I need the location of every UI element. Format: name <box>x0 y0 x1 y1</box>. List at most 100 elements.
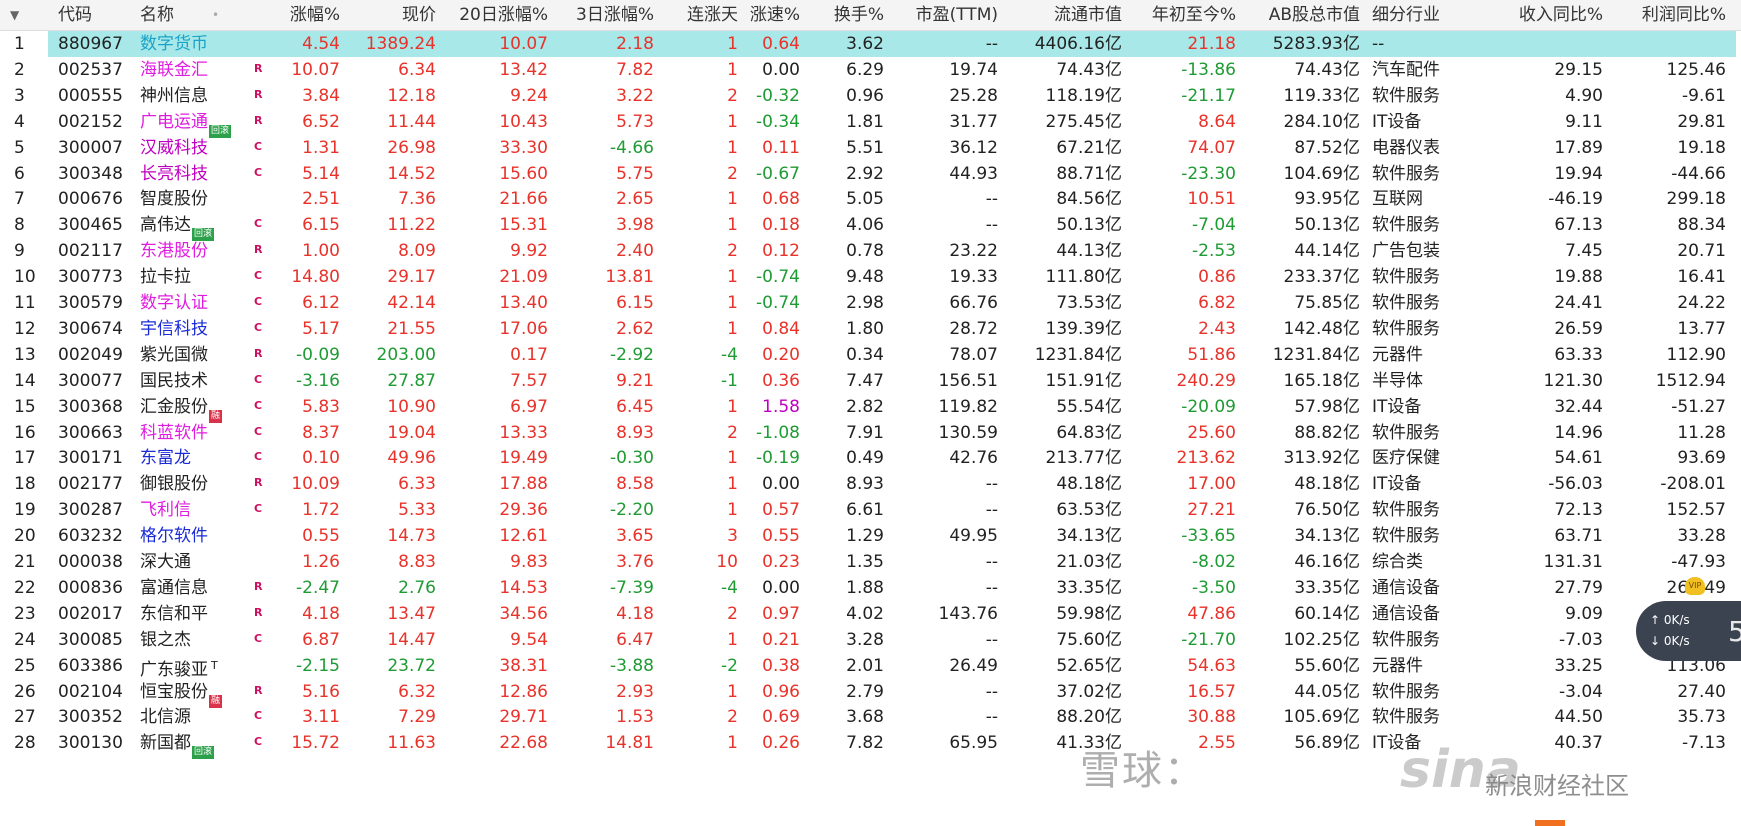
table-row[interactable]: 11 300579 6.12 42.14 13.40 6.15 1 -0.74 2.98 66.7… <box>0 289 1741 318</box>
table-row[interactable]: 7 000676 2.51 7.36 21.66 2.65 1 0.68 5.05 -- 84.56… <box>0 185 1741 214</box>
col-ytd[interactable]: 年初至今% <box>1124 0 1236 30</box>
revenue-yoy: 54.61 <box>1554 448 1603 469</box>
col-name[interactable]: 名称 <box>140 0 210 30</box>
table-row[interactable]: 25 603386 -2.15 23.72 38.31 -3.88 -2 0.38 2.01 26… <box>0 652 1741 681</box>
streak-days: 2 <box>727 603 738 624</box>
stock-name[interactable]: 智度股份 <box>140 185 250 214</box>
table-row[interactable]: 2 002537 10.07 6.34 13.42 7.82 1 0.00 6.29 19.74 7… <box>0 56 1741 85</box>
profit-yoy: 20.71 <box>1677 241 1726 262</box>
table-row[interactable]: 6 300348 5.14 14.52 15.60 5.75 2 -0.67 2.92 44.93… <box>0 160 1741 189</box>
row-index: 9 <box>14 241 25 262</box>
streak-days: -4 <box>721 344 738 365</box>
change-pct: 10.09 <box>291 474 340 495</box>
streak-days: 1 <box>727 474 738 495</box>
col-change[interactable]: 涨幅% <box>250 0 340 30</box>
network-speed-widget[interactable]: ↑ 0K/s ↓ 0K/s 5 <box>1636 601 1741 661</box>
table-row[interactable]: 10 300773 14.80 29.17 21.09 13.81 1 -0.74 9.48 19… <box>0 263 1741 292</box>
streak-days: 1 <box>727 396 738 417</box>
stock-name[interactable]: 拉卡拉 <box>140 263 250 292</box>
stock-name[interactable]: 北信源 <box>140 703 250 732</box>
stock-name[interactable]: 科蓝软件 <box>140 419 250 448</box>
col-rev-yoy[interactable]: 收入同比% <box>1500 0 1603 30</box>
col-code[interactable]: 代码 <box>58 0 118 30</box>
table-row[interactable]: 8 300465 6.15 11.22 15.31 3.98 1 0.18 4.06 -- 50.1… <box>0 211 1741 242</box>
col-pe[interactable]: 市盈(TTM) <box>880 0 998 30</box>
table-row[interactable]: 4 002152 6.52 11.44 10.43 5.73 1 -0.34 1.81 31.77… <box>0 108 1741 138</box>
stock-name[interactable]: 海联金汇 <box>140 56 250 85</box>
stock-name[interactable]: 高伟达 回滚 <box>140 211 250 242</box>
stock-code: 300674 <box>58 318 123 339</box>
table-row[interactable]: 15 300368 5.83 10.90 6.97 6.45 1 1.58 2.82 119.82… <box>0 393 1741 423</box>
stock-name[interactable]: 银之杰 <box>140 626 250 655</box>
stock-name[interactable]: 富通信息 <box>140 574 250 603</box>
settings-dot-icon[interactable]: • <box>212 0 219 30</box>
revenue-yoy: -3.04 <box>1559 681 1603 702</box>
table-row[interactable]: 24 300085 6.87 14.47 9.54 6.47 1 0.21 3.28 -- 75.6… <box>0 626 1741 655</box>
stock-name[interactable]: 汉威科技 <box>140 134 250 163</box>
stock-name[interactable]: 东富龙 <box>140 444 250 473</box>
table-row[interactable]: 21 000038 1.26 8.83 9.83 3.76 10 0.23 1.35 -- 21.0… <box>0 548 1741 577</box>
stock-code: 300007 <box>58 137 123 158</box>
stock-name[interactable]: 数字认证 <box>140 289 250 318</box>
stock-code: 002537 <box>58 59 123 80</box>
stock-name[interactable]: 长亮科技 <box>140 160 250 189</box>
table-row[interactable]: 17 300171 0.10 49.96 19.49 -0.30 1 -0.19 0.49 42.… <box>0 444 1741 473</box>
col-chg3[interactable]: 3日涨幅% <box>550 0 654 30</box>
stock-name[interactable]: 数字货币 <box>140 30 250 59</box>
stock-name[interactable]: 御银股份 <box>140 470 250 499</box>
ab-total-cap: 102.25亿 <box>1283 629 1360 650</box>
price: 14.52 <box>387 163 436 184</box>
col-float-cap[interactable]: 流通市值 <box>1000 0 1122 30</box>
chg3-pct: 8.93 <box>616 422 654 443</box>
stock-name[interactable]: 东港股份 <box>140 237 250 266</box>
col-turnover[interactable]: 换手% <box>800 0 884 30</box>
table-row[interactable]: 3 000555 3.84 12.18 9.24 3.22 2 -0.32 0.96 25.28 1… <box>0 82 1741 111</box>
industry: 通信设备 <box>1372 603 1440 624</box>
table-row[interactable]: 22 000836 -2.47 2.76 14.53 -7.39 -4 0.00 1.88 -- 3… <box>0 574 1741 603</box>
ytd-pct: -8.02 <box>1192 552 1236 572</box>
col-price[interactable]: 现价 <box>350 0 436 30</box>
stock-name[interactable]: 东信和平 <box>140 600 250 629</box>
table-row[interactable]: 13 002049 -0.09 203.00 0.17 -2.92 -4 0.20 0.34 78… <box>0 341 1741 370</box>
stock-name[interactable]: 神州信息 <box>140 82 250 111</box>
stock-name[interactable]: 深大通 <box>140 548 250 577</box>
col-streak[interactable]: 连涨天 <box>660 0 738 30</box>
stock-name[interactable]: 紫光国微 <box>140 341 250 370</box>
col-profit-yoy[interactable]: 利润同比% <box>1610 0 1726 30</box>
stock-name[interactable]: 新国都 回滚 <box>140 729 250 760</box>
table-row[interactable]: 20 603232 0.55 14.73 12.61 3.65 3 0.55 1.29 49.95… <box>0 522 1741 551</box>
chg3-pct: -0.30 <box>610 448 654 469</box>
chg3-pct: 6.45 <box>616 396 654 417</box>
table-row[interactable]: 19 300287 1.72 5.33 29.36 -2.20 1 0.57 6.61 -- 63.… <box>0 496 1741 525</box>
speed-pct: 0.21 <box>762 629 800 650</box>
stock-name[interactable]: 格尔软件 <box>140 522 250 551</box>
table-row[interactable]: 9 002117 1.00 8.09 9.92 2.40 2 0.12 0.78 23.22 44.… <box>0 237 1741 266</box>
stock-name[interactable]: 汇金股份融 <box>140 393 250 423</box>
stock-name[interactable]: 广东骏亚 T <box>140 652 250 681</box>
table-row[interactable]: 27 300352 3.11 7.29 29.71 1.53 2 0.69 3.68 -- 88.2… <box>0 703 1741 732</box>
stock-name[interactable]: 宇信科技 <box>140 315 250 344</box>
stock-name[interactable]: 广电运通 回滚 <box>140 108 250 138</box>
ytd-pct: 47.86 <box>1187 603 1236 624</box>
table-row[interactable]: 5 300007 1.31 26.98 33.30 -4.66 1 0.11 5.51 36.12… <box>0 134 1741 163</box>
table-row[interactable]: 23 002017 4.18 13.47 34.56 4.18 2 0.97 4.02 143.7… <box>0 600 1741 629</box>
vip-badge-icon[interactable]: VIP <box>1685 577 1705 595</box>
float-cap: 52.65亿 <box>1056 655 1122 676</box>
col-speed[interactable]: 涨速% <box>740 0 800 30</box>
col-chg20[interactable]: 20日涨幅% <box>440 0 548 30</box>
toggle-icon[interactable]: ▼ <box>10 0 19 30</box>
chg3-pct: -2.20 <box>610 500 654 521</box>
table-row[interactable]: 14 300077 -3.16 27.87 7.57 9.21 -1 0.36 7.47 156.… <box>0 367 1741 396</box>
table-row[interactable]: 26 002104 5.16 6.32 12.86 2.93 1 0.96 2.79 -- 37.0… <box>0 678 1741 708</box>
table-row[interactable]: 16 300663 8.37 19.04 13.33 8.93 2 -1.08 7.91 130.… <box>0 419 1741 448</box>
table-row[interactable]: 12 300674 5.17 21.55 17.06 2.62 1 0.84 1.80 28.72… <box>0 315 1741 344</box>
table-row[interactable]: 18 002177 10.09 6.33 17.88 8.58 1 0.00 8.93 -- 48.… <box>0 470 1741 499</box>
col-industry[interactable]: 细分行业 <box>1372 0 1482 30</box>
ab-total-cap: 1231.84亿 <box>1272 344 1360 365</box>
stock-name[interactable]: 飞利信 <box>140 496 250 525</box>
stock-name[interactable]: 恒宝股份融 <box>140 678 250 708</box>
col-ab-cap[interactable]: AB股总市值 <box>1240 0 1360 30</box>
chg20-pct: 12.61 <box>499 526 548 547</box>
stock-name[interactable]: 国民技术 <box>140 367 250 396</box>
table-row[interactable]: 1 880967 4.54 1389.24 10.07 2.18 1 0.64 3.62 -- 44… <box>0 30 1741 59</box>
